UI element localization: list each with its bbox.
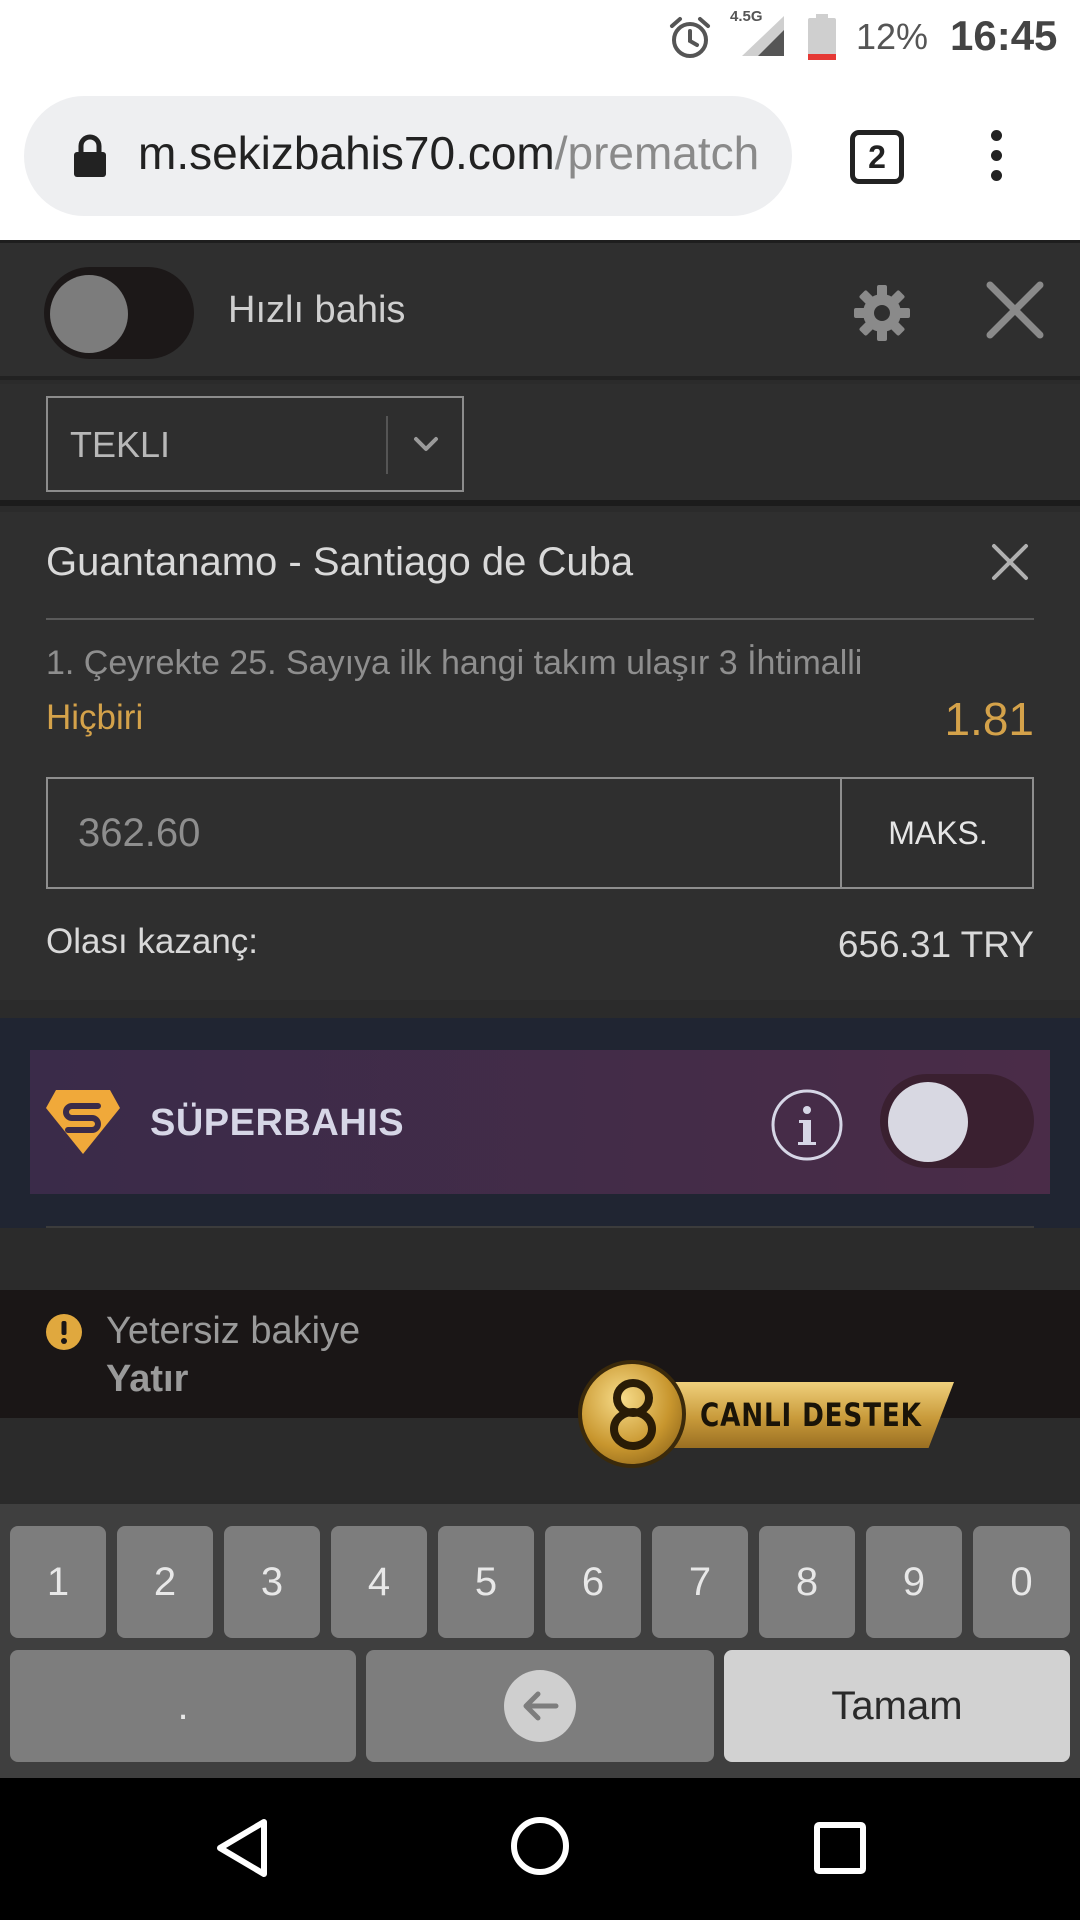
potential-win-value: 656.31 TRY [837, 924, 1034, 965]
key-4[interactable]: 4 [331, 1526, 427, 1638]
superbahis-logo-icon [46, 1090, 120, 1154]
quick-bet-label: Hızlı bahis [228, 289, 406, 331]
backspace-icon [504, 1670, 576, 1742]
chevron-down-icon [414, 437, 438, 451]
odds-value: 1.81 [944, 693, 1034, 745]
browser-toolbar: m.sekizbahis70.com/prematch 2 [0, 74, 1080, 240]
warning-icon [46, 1314, 82, 1350]
market-name: 1. Çeyrekte 25. Sayıya ilk hangi takım u… [46, 644, 863, 682]
quick-bet-toggle[interactable] [44, 267, 194, 359]
superbahis-toggle[interactable] [880, 1074, 1034, 1168]
nav-recents-icon[interactable] [814, 1822, 866, 1874]
clock: 16:45 [950, 12, 1058, 59]
info-icon[interactable] [770, 1088, 844, 1162]
max-stake-button[interactable]: MAKS. [840, 779, 1034, 887]
bet-type-row: TEKLI [0, 384, 1080, 506]
lock-icon [74, 134, 106, 177]
key-dot[interactable]: . [10, 1650, 356, 1762]
battery-percent: 12% [856, 16, 929, 57]
key-7[interactable]: 7 [652, 1526, 748, 1638]
key-2[interactable]: 2 [117, 1526, 213, 1638]
done-key[interactable]: Tamam [724, 1650, 1070, 1762]
key-9[interactable]: 9 [866, 1526, 962, 1638]
key-8[interactable]: 8 [759, 1526, 855, 1638]
alert-title: Yetersiz bakiye [106, 1310, 361, 1352]
bet-card: Guantanamo - Santiago de Cuba 1. Çeyrekt… [0, 512, 1080, 1000]
url-text: m.sekizbahis70.com/prematch [138, 126, 788, 180]
potential-win-label: Olası kazanç: [46, 922, 259, 961]
match-title: Guantanamo - Santiago de Cuba [46, 540, 634, 584]
divider [46, 618, 1034, 620]
superbahis-label: SÜPERBAHIS [150, 1102, 405, 1144]
live-support-label: CANLI DESTEK [700, 1396, 922, 1434]
divider [46, 1226, 1034, 1228]
alarm-icon [670, 17, 710, 58]
key-1[interactable]: 1 [10, 1526, 106, 1638]
key-0[interactable]: 0 [973, 1526, 1070, 1638]
selection-name: Hiçbiri [46, 698, 144, 737]
key-3[interactable]: 3 [224, 1526, 320, 1638]
toggle-knob [50, 275, 128, 353]
stake-box: MAKS. [46, 777, 1034, 889]
address-bar[interactable]: m.sekizbahis70.com/prematch [24, 96, 792, 216]
superbahis-bar: SÜPERBAHIS [30, 1050, 1050, 1194]
numeric-keyboard: 1 2 3 4 5 6 7 8 9 0 . Tamam [0, 1500, 1080, 1778]
url-host: m.sekizbahis70.com [138, 127, 555, 179]
stake-input[interactable] [48, 779, 840, 887]
tab-switcher-button[interactable]: 2 [850, 130, 904, 184]
eight-logo-icon [610, 1379, 656, 1450]
battery-icon [808, 14, 836, 60]
url-path: /prematch [554, 127, 760, 179]
superbahis-section: SÜPERBAHIS [0, 1018, 1080, 1228]
gear-icon[interactable] [852, 283, 912, 343]
live-support-logo [578, 1360, 686, 1468]
betslip-header: Hızlı bahis [0, 240, 1080, 380]
remove-bet-close-icon[interactable] [990, 542, 1030, 582]
bet-type-select[interactable]: TEKLI [46, 396, 464, 492]
live-support-button[interactable]: CANLI DESTEK [576, 1360, 956, 1470]
deposit-link[interactable]: Yatır [106, 1358, 188, 1401]
key-6[interactable]: 6 [545, 1526, 641, 1638]
nav-home-icon[interactable] [510, 1816, 570, 1876]
close-icon[interactable] [984, 279, 1046, 341]
bet-type-value: TEKLI [70, 424, 171, 465]
overflow-menu-icon[interactable] [978, 130, 1014, 186]
system-nav-bar [0, 1778, 1080, 1920]
key-5[interactable]: 5 [438, 1526, 534, 1638]
signal-icon [742, 16, 784, 56]
select-separator [386, 416, 388, 474]
toggle-knob [888, 1082, 968, 1162]
nav-back-icon[interactable] [212, 1816, 272, 1880]
status-bar: 4.5G 12% 16:45 [0, 0, 1080, 74]
backspace-key[interactable] [366, 1650, 714, 1762]
